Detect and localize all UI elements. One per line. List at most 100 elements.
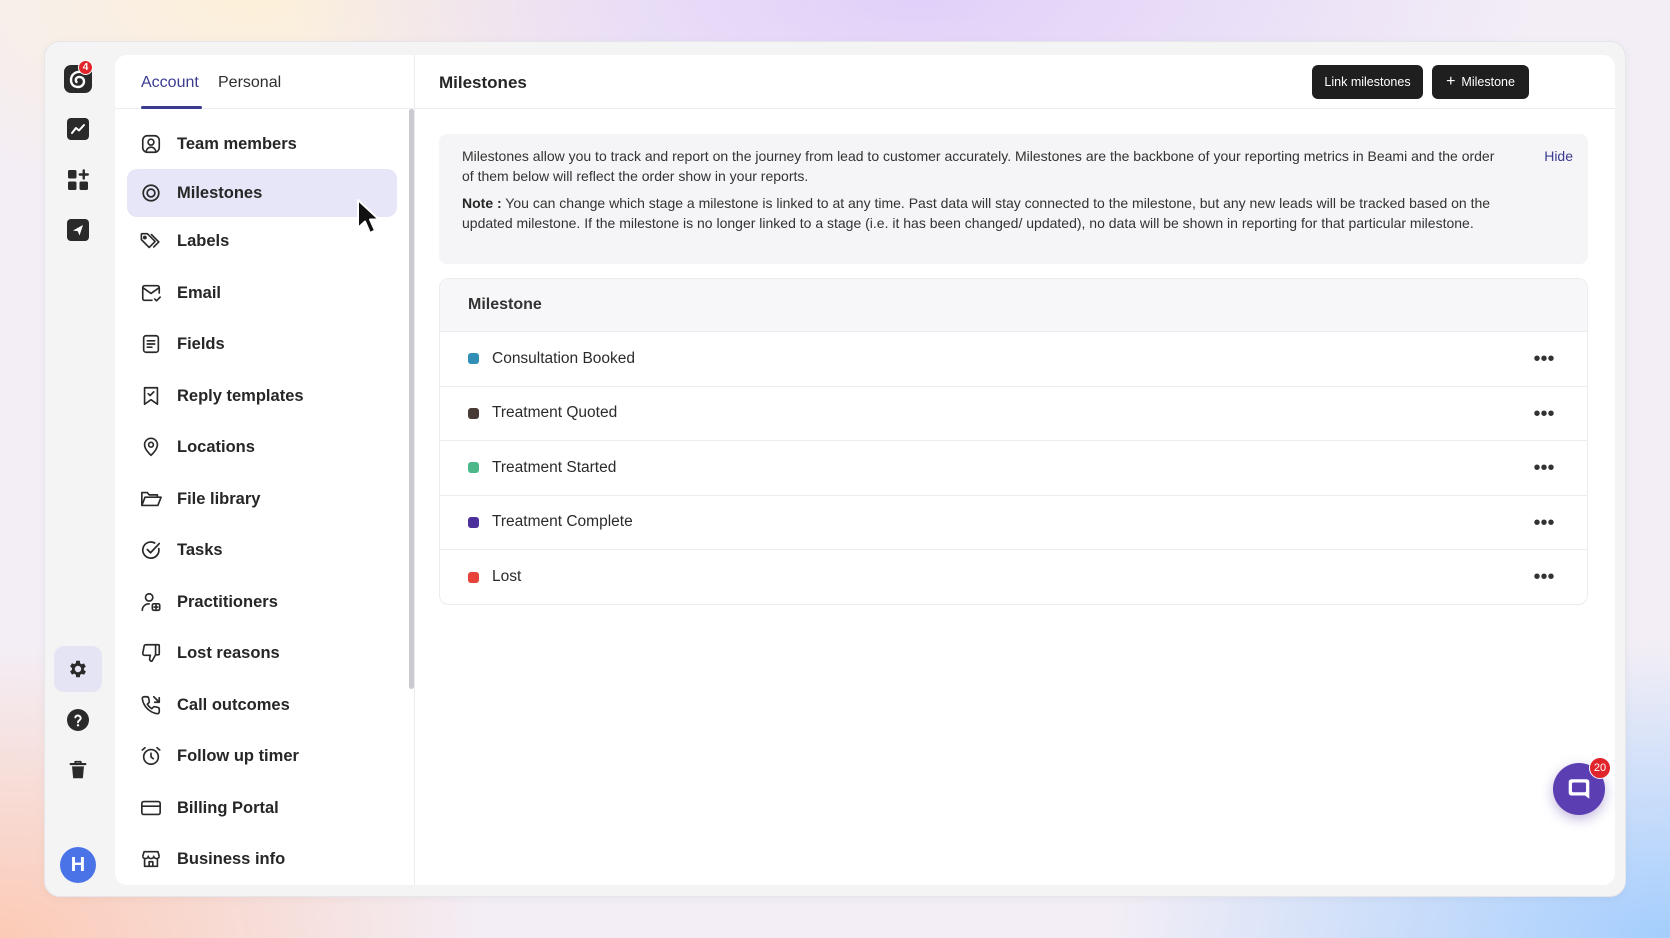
- nav-item-reply-templates[interactable]: Reply templates: [127, 372, 397, 420]
- nav-item-label: Locations: [177, 437, 255, 456]
- nav-item-team-members[interactable]: Team members: [127, 120, 397, 168]
- nav-item-billing-portal[interactable]: Billing Portal: [127, 784, 397, 832]
- tags-icon: [139, 229, 163, 253]
- note-label: Note :: [462, 195, 502, 211]
- page-header: Milestones Link milestones + Milestone: [415, 55, 1615, 109]
- nav-item-label: Follow up timer: [177, 746, 299, 765]
- chat-unread-badge: 20: [1589, 757, 1611, 779]
- chart-trend-icon: [67, 118, 89, 140]
- nav-item-email[interactable]: Email: [127, 269, 397, 317]
- nav-item-label: Milestones: [177, 183, 263, 202]
- folder-open-icon: [139, 487, 163, 511]
- nav-item-label: Lost reasons: [177, 643, 280, 662]
- nav-scrollbar[interactable]: [409, 109, 414, 885]
- add-milestone-label: Milestone: [1461, 75, 1515, 89]
- info-text: Milestones allow you to track and report…: [462, 148, 1495, 184]
- more-options-icon[interactable]: •••: [1533, 349, 1555, 369]
- settings-nav-button[interactable]: [54, 646, 102, 692]
- table-row[interactable]: Treatment Quoted •••: [440, 387, 1587, 441]
- tab-account[interactable]: Account: [141, 74, 199, 92]
- settings-nav: Account Personal Team members Milestones: [115, 55, 415, 885]
- form-fields-icon: [139, 332, 163, 356]
- nav-item-label: File library: [177, 489, 261, 508]
- mouse-cursor-icon: [357, 199, 380, 234]
- note-text: You can change which stage a milestone i…: [462, 195, 1491, 231]
- icon-rail: 4 H: [45, 42, 115, 896]
- milestone-color-dot: [468, 462, 479, 474]
- more-options-icon[interactable]: •••: [1533, 404, 1555, 424]
- user-square-icon: [139, 132, 163, 156]
- nav-item-follow-up-timer[interactable]: Follow up timer: [127, 732, 397, 780]
- table-row[interactable]: Treatment Complete •••: [440, 496, 1587, 550]
- milestone-name: Lost: [492, 568, 522, 586]
- plus-icon: +: [1446, 73, 1456, 90]
- check-circle-icon: [139, 538, 163, 562]
- more-options-icon[interactable]: •••: [1533, 567, 1555, 587]
- table-row[interactable]: Lost •••: [440, 550, 1587, 604]
- nav-item-label: Labels: [177, 231, 230, 250]
- gear-icon: [70, 660, 86, 678]
- nav-item-call-outcomes[interactable]: Call outcomes: [127, 681, 397, 729]
- nav-item-label: Reply templates: [177, 386, 304, 405]
- trash-icon: [69, 760, 87, 779]
- page-title: Milestones: [439, 73, 527, 92]
- thumbs-down-icon: [139, 641, 163, 665]
- nav-item-label: Team members: [177, 134, 297, 153]
- milestone-name: Consultation Booked: [492, 349, 636, 367]
- more-options-icon[interactable]: •••: [1533, 513, 1555, 533]
- chat-icon: [1568, 779, 1590, 799]
- trash-nav-button[interactable]: [54, 747, 102, 793]
- mail-check-icon: [139, 281, 163, 305]
- nav-item-label: Business info: [177, 849, 286, 868]
- info-note: Note : You can change which stage a mile…: [462, 193, 1497, 233]
- hide-info-link[interactable]: Hide: [1544, 146, 1573, 166]
- map-pin-icon: [139, 435, 163, 459]
- nav-item-lost-reasons[interactable]: Lost reasons: [127, 629, 397, 677]
- tab-personal[interactable]: Personal: [218, 74, 281, 92]
- target-icon: [139, 181, 163, 205]
- nav-item-practitioners[interactable]: Practitioners: [127, 578, 397, 626]
- store-icon: [139, 847, 163, 871]
- add-milestone-button[interactable]: + Milestone: [1432, 65, 1529, 99]
- nav-item-tasks[interactable]: Tasks: [127, 526, 397, 574]
- send-icon: [67, 219, 89, 241]
- milestones-table: Milestone Consultation Booked ••• Treatm…: [439, 278, 1588, 605]
- user-avatar[interactable]: H: [60, 847, 96, 883]
- dashboard-nav-button[interactable]: [54, 157, 102, 203]
- nav-item-label: Tasks: [177, 540, 223, 559]
- nav-item-locations[interactable]: Locations: [127, 423, 397, 471]
- milestone-color-dot: [468, 407, 479, 419]
- nav-item-label: Practitioners: [177, 592, 278, 611]
- table-row[interactable]: Consultation Booked •••: [440, 332, 1587, 387]
- app-window: 4 H Account Personal Team members Milest…: [44, 41, 1626, 897]
- alarm-clock-icon: [139, 744, 163, 768]
- nav-item-file-library[interactable]: File library: [127, 475, 397, 523]
- link-milestones-button[interactable]: Link milestones: [1312, 65, 1423, 99]
- milestone-color-dot: [468, 571, 479, 583]
- more-options-icon[interactable]: •••: [1533, 458, 1555, 478]
- campaigns-nav-button[interactable]: [54, 207, 102, 253]
- practitioner-icon: [139, 590, 163, 614]
- active-tab-indicator: [141, 106, 202, 109]
- help-nav-button[interactable]: [54, 697, 102, 743]
- milestone-name: Treatment Quoted: [492, 404, 618, 422]
- main-content: Milestones Link milestones + Milestone M…: [415, 55, 1615, 885]
- nav-item-label: Email: [177, 283, 222, 302]
- milestone-color-dot: [468, 353, 479, 365]
- table-row[interactable]: Treatment Started •••: [440, 441, 1587, 496]
- info-banner: Milestones allow you to track and report…: [439, 134, 1588, 264]
- nav-item-business-info[interactable]: Business info: [127, 835, 397, 883]
- milestone-color-dot: [468, 516, 479, 528]
- notification-badge: 4: [78, 60, 93, 75]
- settings-panel: Account Personal Team members Milestones: [115, 55, 1615, 885]
- nav-item-label: Call outcomes: [177, 695, 290, 714]
- reports-nav-button[interactable]: [54, 106, 102, 152]
- scrollbar-thumb[interactable]: [409, 109, 414, 689]
- settings-tabs: Account Personal: [115, 55, 414, 109]
- nav-item-label: Fields: [177, 334, 225, 353]
- widgets-add-icon: [68, 169, 89, 190]
- phone-outgoing-icon: [139, 693, 163, 717]
- help-circle-icon: [67, 709, 89, 731]
- milestone-name: Treatment Complete: [492, 513, 633, 531]
- nav-item-fields[interactable]: Fields: [127, 320, 397, 368]
